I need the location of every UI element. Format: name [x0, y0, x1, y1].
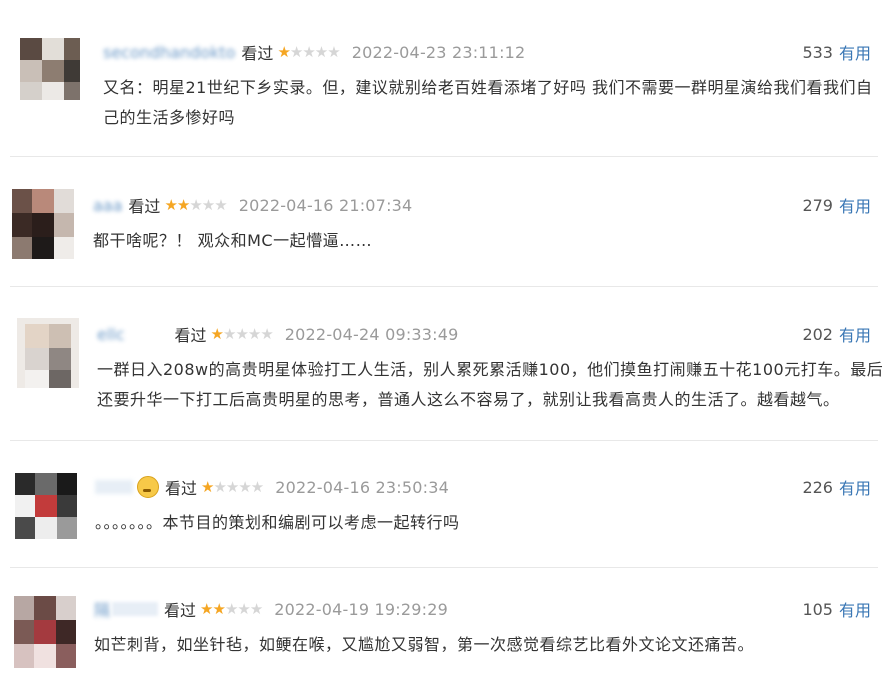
useful-button[interactable]: 有用	[839, 475, 871, 499]
comment-time: 2022-04-24 09:33:49	[284, 324, 459, 344]
comment-text: 又名：明星21世纪下乡实录。但，建议就别给老百姓看添堵了好吗 我们不需要一群明星…	[103, 78, 873, 97]
user-avatar[interactable]	[14, 596, 76, 668]
username-link[interactable]: 隔	[94, 597, 110, 621]
vote-count: 105	[802, 599, 833, 619]
comment-text: 都干啥呢？！ 观众和MC一起懵逼……	[93, 231, 373, 250]
comment-time: 2022-04-19 19:29:29	[274, 599, 449, 619]
vote-count: 202	[802, 324, 833, 344]
comment-text: 还要升华一下打工后高贵明星的思考，普通人这么不容易了，就别让我看高贵人的生活了。…	[97, 390, 840, 409]
comment-text: 如芒刺背，如坐针毡，如鲠在喉，又尴尬又弱智，第一次感觉看综艺比看外文论文还痛苦。	[94, 635, 755, 654]
comment-time: 2022-04-16 21:07:34	[238, 195, 413, 215]
useful-button[interactable]: 有用	[839, 193, 871, 217]
comment-text: 。。。。。。。本节目的策划和编剧可以考虑一起转行吗	[95, 513, 460, 532]
divider	[10, 286, 878, 287]
rating-stars: ★★★★★	[164, 196, 227, 214]
rating-stars: ★★★★★	[210, 325, 274, 343]
emoji-icon	[137, 476, 159, 498]
user-avatar[interactable]	[12, 189, 74, 259]
useful-button[interactable]: 有用	[839, 597, 871, 621]
divider	[10, 156, 878, 157]
rating-stars: ★★★★★	[201, 478, 264, 496]
watched-label: 看过	[241, 44, 274, 63]
rating-stars: ★★★★★	[277, 43, 340, 61]
watched-label: 看过	[164, 601, 197, 620]
comment-text: 一群日入208w的高贵明星体验打工人生活，别人累死累活赚100，他们摸鱼打闹赚五…	[97, 360, 884, 379]
watched-label: 看过	[128, 197, 161, 216]
vote-count: 533	[802, 42, 833, 62]
username-link[interactable]: ellc	[97, 325, 125, 344]
username-link[interactable]	[95, 480, 133, 494]
useful-button[interactable]: 有用	[839, 322, 871, 346]
username-link[interactable]: aaa	[93, 196, 122, 215]
vote-count: 279	[802, 195, 833, 215]
comment-time: 2022-04-23 23:11:12	[351, 42, 526, 62]
watched-label: 看过	[174, 326, 207, 345]
rating-stars: ★★★★★	[200, 600, 263, 618]
user-avatar[interactable]	[20, 38, 80, 100]
divider	[10, 567, 878, 568]
comment-text: 己的生活多惨好吗	[103, 108, 236, 127]
user-avatar[interactable]	[15, 473, 77, 539]
vote-count: 226	[802, 477, 833, 497]
user-avatar[interactable]	[17, 318, 79, 388]
username-link[interactable]: secondhandokto	[103, 43, 235, 62]
useful-button[interactable]: 有用	[839, 40, 871, 64]
comment-time: 2022-04-16 23:50:34	[275, 477, 449, 497]
watched-label: 看过	[165, 479, 198, 498]
divider	[10, 440, 878, 441]
